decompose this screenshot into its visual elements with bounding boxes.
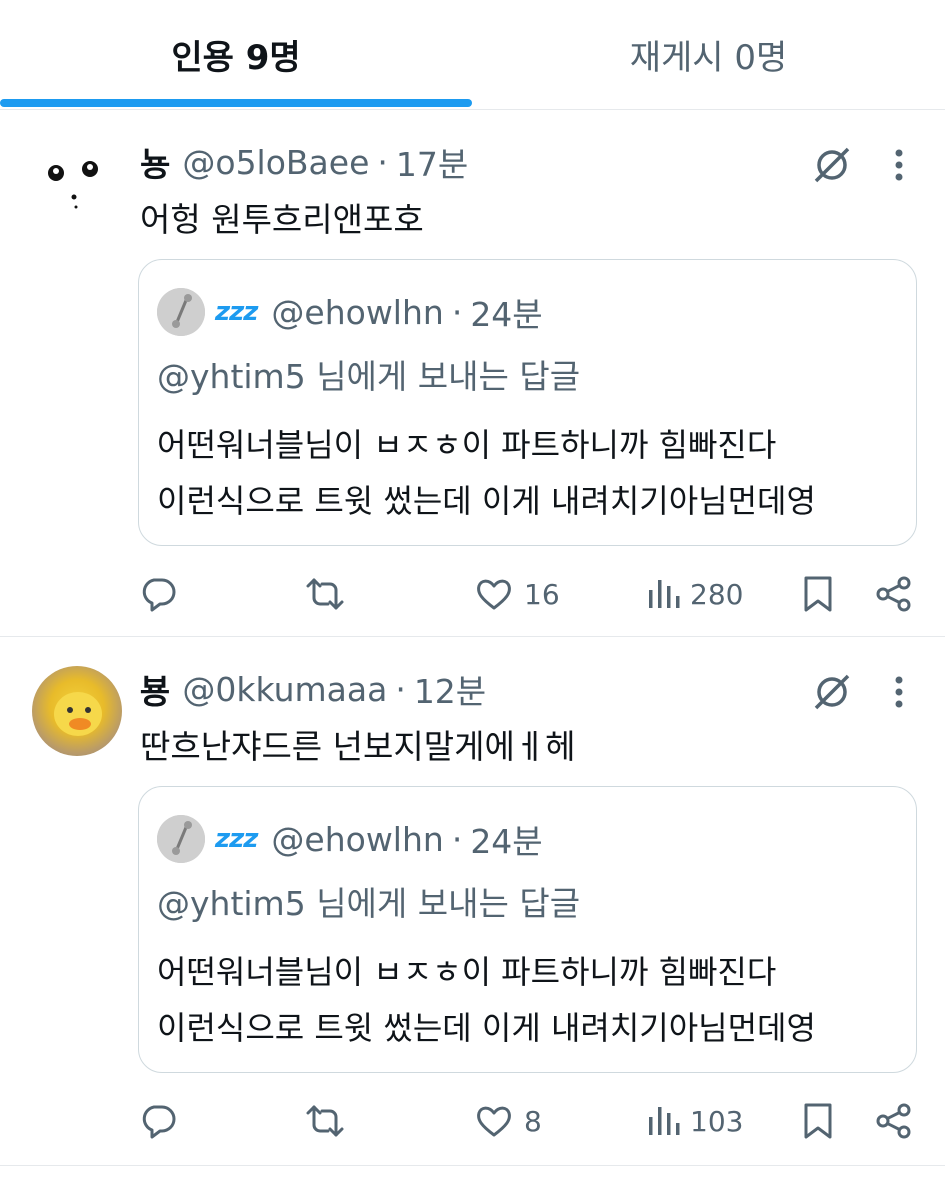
grok-icon[interactable] (808, 668, 856, 716)
views-button[interactable]: 280 (646, 566, 743, 622)
quoted-avatar (157, 288, 205, 336)
repost-icon (306, 578, 344, 610)
separator-dot: · (451, 292, 463, 332)
reply-button[interactable] (138, 1093, 178, 1149)
avatar[interactable] (32, 666, 122, 756)
post-text: 딴흐난쟈드른 넌보지말게에ㅔ헤 (140, 727, 576, 766)
quoted-tweet-card[interactable]: zzz @ehowlhn · 24분 @yhtim5 님에게 보내는 답글 어떤… (138, 259, 917, 546)
quoted-timestamp: 24분 (470, 295, 543, 334)
share-icon (876, 1103, 911, 1139)
tab-quotes[interactable]: 인용 9명 (0, 0, 472, 108)
post-header: 뵹 @0kkumaaa · 12분 (140, 666, 486, 712)
separator-dot: · (395, 669, 406, 709)
quote-post[interactable]: 뵹 @0kkumaaa · 12분 딴흐난쟈드른 넌보지말게에ㅔ헤 zzz @e… (0, 638, 945, 1166)
like-button[interactable]: 8 (474, 1093, 542, 1149)
repost-button[interactable] (302, 566, 348, 622)
user-handle[interactable]: @o5loBaee (182, 143, 369, 182)
zzz-emoji-icon: zzz (215, 297, 258, 327)
quoted-header: zzz @ehowlhn · 24분 (215, 813, 543, 865)
action-bar: 8 103 (0, 1093, 945, 1149)
quoted-avatar (157, 815, 205, 863)
reply-icon (142, 1105, 176, 1139)
display-name[interactable]: 뇽 (140, 138, 170, 186)
avatar[interactable] (32, 139, 122, 229)
post-header: 뇽 @o5loBaee · 17분 (140, 139, 468, 185)
reply-context: @yhtim5 님에게 보내는 답글 (157, 350, 580, 398)
separator-dot: · (451, 819, 463, 859)
like-count: 8 (524, 1104, 542, 1138)
action-bar: 16 280 (0, 566, 945, 622)
share-icon (876, 576, 911, 612)
like-button[interactable]: 16 (474, 566, 560, 622)
timestamp[interactable]: 12분 (414, 665, 486, 713)
reply-mention: @yhtim5 (157, 357, 306, 396)
reply-context: @yhtim5 님에게 보내는 답글 (157, 877, 580, 925)
quoted-handle: @ehowlhn (271, 819, 444, 859)
active-tab-indicator (0, 99, 472, 107)
reply-button[interactable] (138, 566, 178, 622)
share-button[interactable] (874, 566, 914, 622)
quoted-handle: @ehowlhn (271, 292, 444, 332)
heart-icon (477, 1106, 511, 1137)
bookmark-button[interactable] (800, 1093, 836, 1149)
display-name[interactable]: 뵹 (140, 665, 170, 713)
zzz-emoji-icon: zzz (215, 824, 258, 854)
bookmark-button[interactable] (800, 566, 836, 622)
bookmark-icon (804, 1103, 832, 1139)
timestamp[interactable]: 17분 (396, 138, 468, 186)
grok-icon[interactable] (808, 141, 856, 189)
share-button[interactable] (874, 1093, 914, 1149)
more-icon[interactable] (884, 668, 914, 716)
views-icon (649, 1107, 680, 1135)
post-text: 어헝 원투흐리앤포호 (140, 200, 424, 239)
quoted-text-line: 어떤워너블님이 ㅂㅈㅎ이 파트하니까 힘빠진다 (157, 426, 777, 464)
tab-bar: 인용 9명 재게시 0명 (0, 0, 945, 110)
like-count: 16 (524, 577, 560, 611)
separator-dot: · (377, 142, 388, 182)
quoted-text-line: 이런식으로 트윗 썼는데 이게 내려치기아님먼데영 (157, 1009, 816, 1047)
quoted-tweet-card[interactable]: zzz @ehowlhn · 24분 @yhtim5 님에게 보내는 답글 어떤… (138, 786, 917, 1073)
views-button[interactable]: 103 (646, 1093, 743, 1149)
reply-suffix: 님에게 보내는 답글 (305, 884, 581, 923)
quoted-timestamp: 24분 (470, 822, 543, 861)
bookmark-icon (804, 576, 832, 612)
views-icon (649, 580, 680, 608)
view-count: 103 (690, 1104, 744, 1138)
quoted-header: zzz @ehowlhn · 24분 (215, 286, 543, 338)
quoted-text-line: 이런식으로 트윗 썼는데 이게 내려치기아님먼데영 (157, 482, 816, 520)
repost-icon (306, 1105, 344, 1137)
quoted-text-line: 어떤워너블님이 ㅂㅈㅎ이 파트하니까 힘빠진다 (157, 953, 777, 991)
view-count: 280 (690, 577, 744, 611)
reply-suffix: 님에게 보내는 답글 (305, 357, 581, 396)
more-icon[interactable] (884, 141, 914, 189)
user-handle[interactable]: @0kkumaaa (182, 670, 387, 709)
reply-mention: @yhtim5 (157, 884, 306, 923)
tab-reposts[interactable]: 재게시 0명 (472, 0, 945, 108)
repost-button[interactable] (302, 1093, 348, 1149)
reply-icon (142, 578, 176, 612)
heart-icon (477, 579, 511, 610)
quote-post[interactable]: 뇽 @o5loBaee · 17분 어헝 원투흐리앤포호 zzz @ehowlh… (0, 111, 945, 637)
